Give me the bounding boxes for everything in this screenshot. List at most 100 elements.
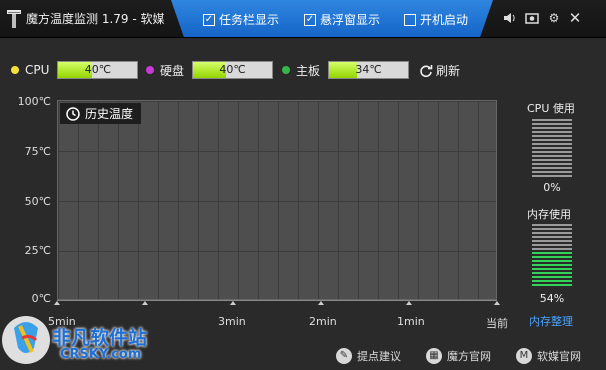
meter-segment [532,272,572,274]
cpu-dot-icon [11,66,19,74]
meter-segment [532,256,572,258]
cpu-sensor: CPU 40℃ [11,61,139,79]
meter-segment [532,139,572,141]
meter-segment [532,244,572,246]
board-dot-icon [282,66,290,74]
camera-icon[interactable] [525,11,539,25]
x-tick-marker [142,301,148,305]
refresh-label: 刷新 [436,64,461,78]
clock-icon [66,106,80,121]
meter-segment [532,171,572,173]
meter-segment [532,280,572,282]
meter-segment [532,264,572,266]
meter-segment [532,135,572,137]
memory-usage-value: 54% [539,292,565,305]
y-tick-label: 0℃ [31,292,51,305]
meter-segment [532,131,572,133]
meter-segment [532,236,572,238]
history-temp-badge: 历史温度 [60,103,142,124]
ruanmei-site-link[interactable]: M 软媒官网 [516,348,581,364]
x-tick-marker [230,301,236,305]
meter-segment [532,127,572,129]
app-logo-icon [7,10,21,28]
x-tick-label: 3min [218,315,246,328]
disk-label: 硬盘 [160,63,185,78]
floating-window-label: 悬浮窗显示 [320,13,381,27]
checkbox-unchecked-icon [404,13,416,26]
memory-usage-meter [532,224,572,286]
y-tick-label: 25℃ [24,244,51,257]
speaker-icon[interactable] [503,11,517,25]
x-tick-label: 1min [397,315,425,328]
cpu-temp-bar: 40℃ [57,61,139,79]
ruanmei-logo-icon: M [516,348,532,364]
meter-segment [532,276,572,278]
meter-segment [532,248,572,250]
x-tick-marker [54,301,60,305]
watermark-url: CRSKY.com [60,347,142,362]
app-title: 魔方温度监测 1.79 - 软媒 [26,12,165,26]
meter-segment [532,224,572,226]
meter-segment [532,143,572,145]
cpu-usage-title: CPU 使用 [527,102,575,115]
meter-segment [532,119,572,121]
meter-segment [532,151,572,153]
memory-usage-title: 内存使用 [527,208,571,221]
mofang-site-link[interactable]: ▦ 魔方官网 [426,348,491,364]
meter-segment [532,240,572,242]
y-tick-label: 75℃ [24,145,51,158]
board-temp-bar: 34℃ [328,61,410,79]
x-tick-label: 当前 [486,317,508,330]
memory-clean-link[interactable]: 内存整理 [529,313,573,329]
disk-sensor: 硬盘 40℃ [146,61,274,79]
feedback-icon: ✎ [336,348,352,364]
meter-segment [532,147,572,149]
x-tick-marker [406,301,412,305]
meter-segment [532,284,572,286]
startup-label: 开机启动 [420,13,469,27]
refresh-button[interactable]: 刷新 [419,62,460,79]
checkbox-checked-icon: ✓ [304,13,316,26]
meter-segment [532,252,572,254]
x-axis-line [57,300,497,301]
refresh-icon [420,64,433,77]
watermark-title: 非凡软件站 [52,327,148,349]
gear-icon[interactable]: ⚙ [547,11,561,25]
x-tick-marker [318,301,324,305]
cpu-usage-meter [532,119,572,177]
x-tick-label: 2min [309,315,337,328]
title-bar: 魔方温度监测 1.79 - 软媒 ✓ 任务栏显示 ✓ 悬浮窗显示 开机启动 ⚙ … [0,0,606,38]
close-icon[interactable]: ✕ [568,11,582,26]
meter-segment [532,163,572,165]
feedback-label: 提点建议 [357,350,401,363]
meter-segment [532,155,572,157]
meter-segment [532,175,572,177]
feedback-link[interactable]: ✎ 提点建议 [336,348,401,364]
taskbar-display-label: 任务栏显示 [219,13,280,27]
disk-temp-value: 40℃ [219,63,246,76]
meter-segment [532,260,572,262]
meter-segment [532,268,572,270]
ruanmei-site-label: 软媒官网 [537,350,581,363]
taskbar-display-option[interactable]: ✓ 任务栏显示 [203,11,279,28]
cpu-label: CPU [25,63,50,77]
checkbox-checked-icon: ✓ [203,13,215,26]
y-tick-label: 50℃ [24,195,51,208]
board-label: 主板 [296,63,321,78]
meter-segment [532,228,572,230]
x-tick-marker [494,301,500,305]
history-chart-area [57,100,497,300]
startup-option[interactable]: 开机启动 [404,11,468,28]
grid-icon: ▦ [426,348,442,364]
y-tick-label: 100℃ [17,95,51,108]
mofang-site-label: 魔方官网 [447,350,491,363]
meter-segment [532,123,572,125]
board-temp-value: 34℃ [355,63,382,76]
cpu-usage-value: 0% [543,181,561,194]
board-sensor: 主板 34℃ [282,61,410,79]
cpu-temp-value: 40℃ [84,63,112,76]
floating-window-option[interactable]: ✓ 悬浮窗显示 [304,11,380,28]
meter-segment [532,159,572,161]
disk-temp-bar: 40℃ [192,61,274,79]
disk-dot-icon [146,66,154,74]
